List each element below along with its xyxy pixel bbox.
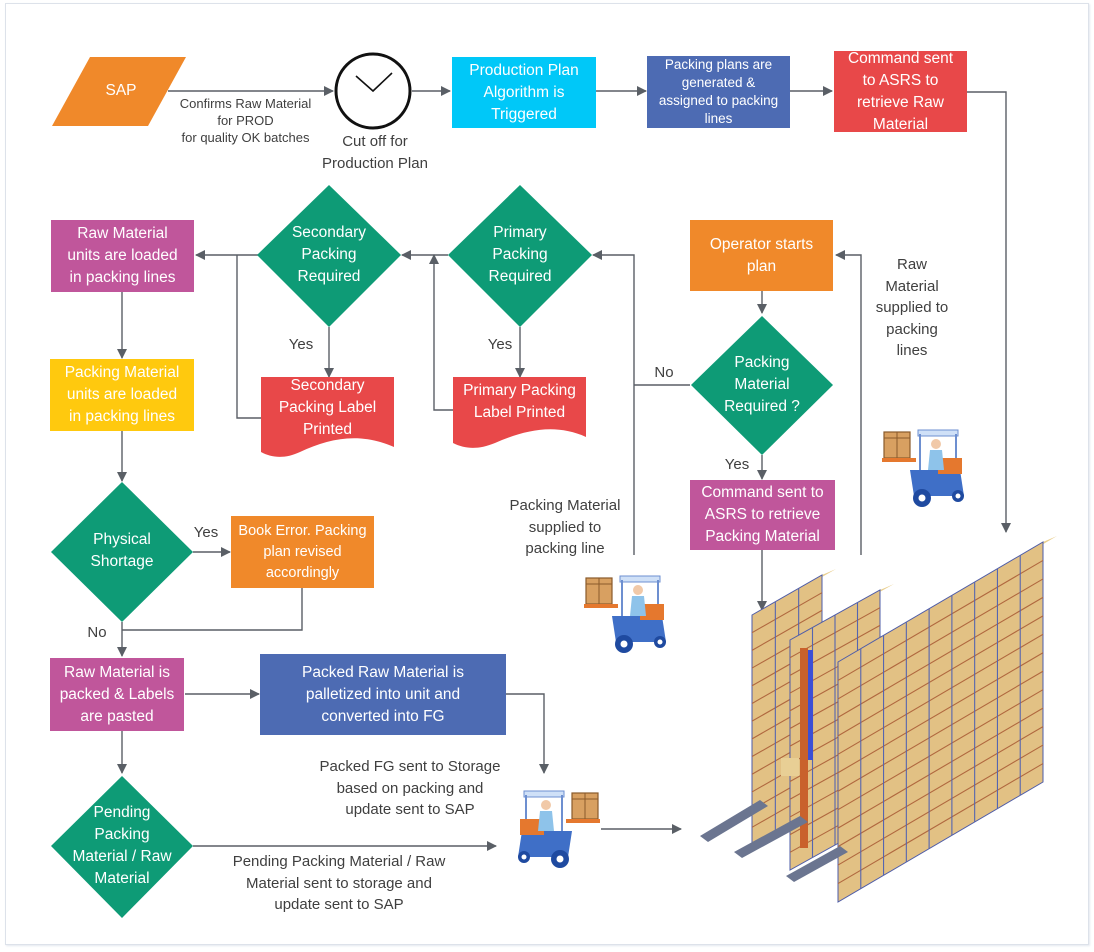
edge-secondary-label-return — [236, 255, 261, 419]
secondary-label-text: Secondary Packing Label Printed — [278, 377, 377, 438]
edge-primary-label-return — [429, 254, 454, 411]
command-raw-node[interactable]: Command sent to ASRS to retrieve Raw Mat… — [834, 50, 967, 133]
physical-shortage-text: Physical Shortage — [90, 531, 154, 570]
edge-supply-operator — [835, 250, 862, 555]
packing-plans-node[interactable]: Packing plans are generated & assigned t… — [647, 56, 790, 128]
secondary-required-text: Secondary Packing Required — [291, 224, 367, 285]
primary-yes-label: Yes — [487, 336, 513, 353]
packing-material-required-text: Packing Material Required ? — [724, 354, 800, 415]
packing-supplied-edge-label: Packing Material supplied to packing lin… — [509, 497, 621, 557]
edge-command-warehouse — [966, 91, 1011, 533]
command-packing-node[interactable]: Command sent to ASRS to retrieve Packing… — [690, 480, 835, 550]
palletized-node[interactable]: Packed Raw Material is palletized into u… — [260, 654, 506, 735]
pmreq-yes-label: Yes — [724, 456, 750, 473]
forklift-icon — [882, 429, 964, 507]
raw-loaded-node[interactable]: Raw Material units are loaded in packing… — [51, 220, 194, 292]
asrs-warehouse-icon — [700, 536, 1057, 903]
packed-fg-edge-label: Packed FG sent to Storage based on packi… — [319, 758, 501, 818]
algorithm-node[interactable]: Production Plan Algorithm is Triggered — [452, 57, 596, 128]
forklift-icon — [584, 575, 666, 653]
pending-text: Pending Packing Material / Raw Material — [72, 804, 172, 887]
raw-packed-node[interactable]: Raw Material is packed & Labels are past… — [50, 658, 184, 731]
operator-node[interactable]: Operator starts plan — [690, 220, 833, 291]
forklift-icon — [518, 790, 600, 868]
pending-sent-edge-label: Pending Packing Material / Raw Material … — [232, 853, 446, 913]
pmreq-no-label: No — [654, 364, 674, 381]
shortage-no-label: No — [87, 624, 107, 641]
packing-loaded-node[interactable]: Packing Material units are loaded in pac… — [50, 359, 194, 431]
secondary-yes-label: Yes — [288, 336, 314, 353]
shortage-yes-label: Yes — [193, 524, 219, 541]
sap-label: SAP — [105, 82, 137, 99]
cutoff-label: Cut off for Production Plan — [322, 133, 428, 172]
raw-supplied-edge-label: Raw Material supplied to packing lines — [875, 256, 949, 359]
primary-required-text: Primary Packing Required — [488, 224, 552, 285]
primary-label-text: Primary Packing Label Printed — [463, 382, 576, 421]
book-error-node[interactable]: Book Error. Packing plan revised accordi… — [231, 516, 374, 588]
clock-icon — [334, 52, 412, 130]
confirms-edge-label: Confirms Raw Material for PROD for quali… — [179, 96, 312, 145]
